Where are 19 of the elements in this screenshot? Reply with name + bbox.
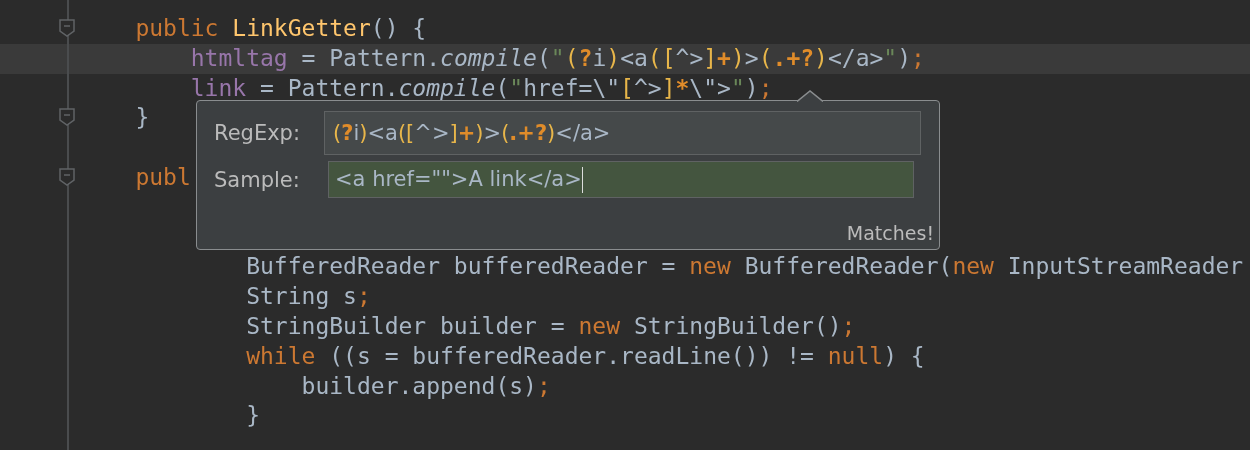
match-status: Matches!	[846, 222, 934, 244]
code-line: htmltag = Pattern.compile("(?i)<a([^>]+)>(.+?)</a>");	[190, 43, 925, 73]
code-line: BufferedReader bufferedReader = new BufferedReader(new InputStreamReader	[246, 252, 1244, 282]
sample-label: Sample:	[214, 167, 301, 192]
code-line: }	[246, 401, 260, 431]
fold-icon[interactable]	[59, 19, 75, 37]
code-line: builder.append(s);	[301, 371, 551, 401]
fold-icon[interactable]	[59, 168, 75, 186]
regexp-field[interactable]: (?i)<a([^>]+)>(.+?)</a>	[324, 111, 921, 155]
code-line: }	[135, 103, 150, 133]
fold-icon[interactable]	[59, 108, 75, 127]
code-line: link = Pattern.compile("href=\"[^>]*\">");	[190, 73, 773, 103]
code-line: StringBuilder builder = new StringBuilder();	[246, 311, 856, 341]
regexp-label: RegExp:	[214, 121, 301, 145]
sample-field[interactable]: <a href="">A link</a>	[328, 161, 914, 198]
code-line: String s;	[246, 282, 371, 312]
code-line: while ((s = bufferedReader.readLine()) != null) {	[246, 341, 925, 371]
code-line: public LinkGetter() {	[135, 14, 427, 43]
code-line: publ	[135, 163, 191, 192]
